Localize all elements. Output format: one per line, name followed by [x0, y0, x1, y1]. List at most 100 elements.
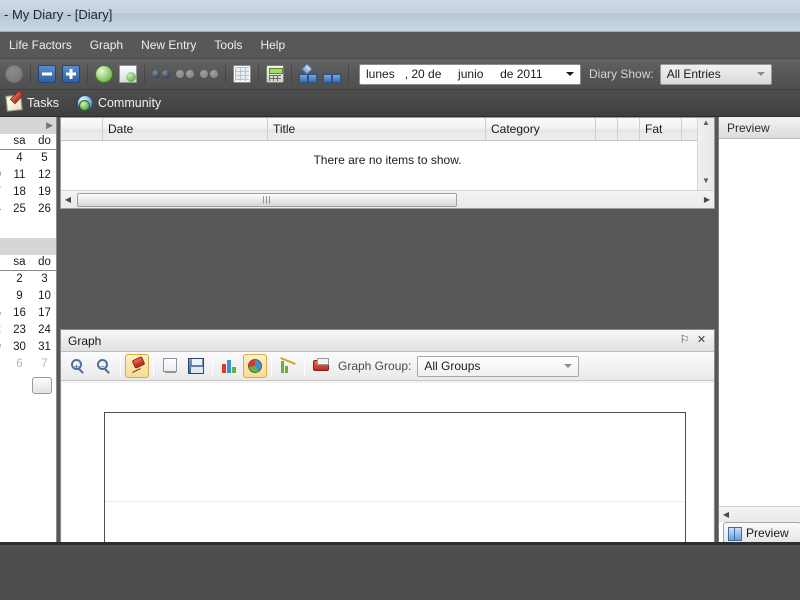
- entries-grid: Date Title Category Fat There are no ite…: [60, 117, 715, 209]
- preview-hscrollbar[interactable]: ◀: [719, 506, 800, 522]
- menu-item-tools[interactable]: Tools: [205, 32, 251, 59]
- binoculars-prev-icon: [174, 63, 196, 85]
- title-bar: - My Diary - [Diary]: [0, 0, 800, 32]
- column-header-blank[interactable]: [61, 118, 103, 140]
- scroll-left-icon[interactable]: ◀: [61, 195, 75, 204]
- chevron-down-icon: [566, 71, 574, 76]
- sound-icon: [3, 63, 25, 85]
- menu-bar: Life Factors Graph New Entry Tools Help: [0, 32, 800, 59]
- print-icon[interactable]: [309, 354, 333, 378]
- table-icon[interactable]: [231, 63, 253, 85]
- graph-panel-title: Graph: [68, 333, 102, 348]
- book-icon: [728, 526, 742, 541]
- menu-item-life-factors[interactable]: Life Factors: [0, 32, 81, 59]
- calendar-day[interactable]: 19: [32, 184, 56, 201]
- entries-grid-vscrollbar[interactable]: ▲ ▼: [697, 118, 714, 190]
- calendar-day[interactable]: 24: [32, 322, 56, 339]
- calendar-today-button[interactable]: [32, 377, 52, 394]
- entries-grid-hscrollbar[interactable]: ◀ ||| ▶: [61, 190, 714, 208]
- calendar-week-row: 67 89 1011 12: [0, 167, 56, 184]
- blocks-icon[interactable]: [297, 63, 319, 85]
- community-button[interactable]: Community: [76, 95, 161, 111]
- scroll-up-icon[interactable]: ▲: [698, 118, 714, 132]
- column-header-blank-3[interactable]: [618, 118, 640, 140]
- calendar-day-trailing[interactable]: 7: [32, 356, 56, 373]
- zoom-out-icon[interactable]: −: [92, 354, 116, 378]
- calendar-dow-sunday: do: [32, 255, 56, 271]
- calendar-sidebar: ▶ lu ma mi ju vi sa do 3031 12 34: [0, 117, 57, 542]
- menu-item-help[interactable]: Help: [251, 32, 294, 59]
- calendar-week-row: 12 34 56 7: [0, 356, 56, 373]
- scroll-down-icon[interactable]: ▼: [698, 176, 714, 190]
- chevron-down-icon: [564, 363, 573, 368]
- pin-icon[interactable]: [125, 354, 149, 378]
- community-icon: [76, 95, 93, 111]
- diary-show-select[interactable]: All Entries: [659, 63, 772, 85]
- toolbar-separator: [30, 65, 31, 83]
- calendar-week-row: 2526 2728 2930 31: [0, 339, 56, 356]
- close-icon[interactable]: ✕: [693, 333, 710, 349]
- tasks-button[interactable]: Tasks: [5, 94, 59, 112]
- remove-icon[interactable]: [36, 63, 58, 85]
- chevron-right-icon[interactable]: ▶: [46, 120, 53, 131]
- binoculars-icon[interactable]: [150, 63, 172, 85]
- tasks-label: Tasks: [27, 96, 59, 110]
- line-chart-icon[interactable]: [276, 354, 300, 378]
- tab-preview-label: Preview: [746, 525, 789, 540]
- column-header-blank-2[interactable]: [596, 118, 618, 140]
- pie-chart-icon[interactable]: [243, 354, 267, 378]
- calculator-icon[interactable]: [264, 63, 286, 85]
- calendar-month-1: ▶ lu ma mi ju vi sa do 3031 12 34: [0, 117, 56, 224]
- blocks-add-icon[interactable]: [321, 63, 343, 85]
- calendar-day[interactable]: 3: [32, 271, 56, 288]
- toolbar-separator: [87, 65, 88, 83]
- scroll-left-icon[interactable]: ◀: [719, 510, 733, 519]
- toolbar-separator: [144, 65, 145, 83]
- diary-show-label: Diary Show:: [589, 67, 654, 81]
- calendar-dow-sunday: do: [32, 134, 56, 150]
- menu-item-graph[interactable]: Graph: [81, 32, 132, 59]
- calendar-day[interactable]: 5: [32, 150, 56, 167]
- preview-hscroll-track[interactable]: [733, 507, 800, 523]
- export-folder-icon[interactable]: [117, 63, 139, 85]
- column-header-fat[interactable]: Fat: [640, 118, 682, 140]
- calendar-day[interactable]: 17: [32, 305, 56, 322]
- toolbar-separator: [291, 65, 292, 83]
- calendar-week-row: 3031 12 34 5: [0, 150, 56, 167]
- calendar-month-2: lu ma mi ju vi sa do 2728 2930 12 3: [0, 238, 56, 400]
- hscroll-thumb[interactable]: |||: [77, 192, 457, 207]
- calendar-day[interactable]: 31: [32, 339, 56, 356]
- column-header-category[interactable]: Category: [486, 118, 596, 140]
- chevron-down-icon: [756, 71, 765, 76]
- import-icon[interactable]: [93, 63, 115, 85]
- calendar-day[interactable]: 12: [32, 167, 56, 184]
- bar-chart-icon[interactable]: [217, 354, 241, 378]
- calendar-week-row: 45 67 89 10: [0, 288, 56, 305]
- tab-preview[interactable]: Preview: [723, 522, 800, 542]
- zoom-in-icon[interactable]: +: [66, 354, 90, 378]
- toolbar-separator: [225, 65, 226, 83]
- graph-group-select[interactable]: All Groups: [417, 355, 580, 377]
- copy-icon[interactable]: [158, 354, 182, 378]
- hscroll-track[interactable]: |||: [75, 192, 700, 208]
- preview-panel-title: Preview: [719, 117, 800, 139]
- column-header-date[interactable]: Date: [103, 118, 268, 140]
- calendar-week-row: 1819 2021 2223 24: [0, 322, 56, 339]
- calendar-week-row: 2021 2223 2425 26: [0, 201, 56, 218]
- column-header-title[interactable]: Title: [268, 118, 486, 140]
- calendar-day[interactable]: 26: [32, 201, 56, 218]
- save-icon[interactable]: [184, 354, 208, 378]
- column-header-partial[interactable]: [682, 118, 698, 140]
- calendar-day[interactable]: 10: [32, 288, 56, 305]
- empty-state-message: There are no items to show.: [313, 153, 462, 167]
- status-bar: [0, 542, 800, 600]
- scroll-right-icon[interactable]: ▶: [700, 195, 714, 204]
- toolbar-separator: [348, 65, 349, 83]
- calendar-header-2[interactable]: [0, 238, 56, 255]
- date-picker[interactable]: lunes , 20 de junio de 2011: [359, 63, 581, 85]
- calendar-week-row: 1314 1516 1718 19: [0, 184, 56, 201]
- calendar-header-1[interactable]: ▶: [0, 117, 56, 134]
- add-icon[interactable]: [60, 63, 82, 85]
- menu-item-new-entry[interactable]: New Entry: [132, 32, 205, 59]
- pin-icon[interactable]: ⚐: [676, 333, 693, 349]
